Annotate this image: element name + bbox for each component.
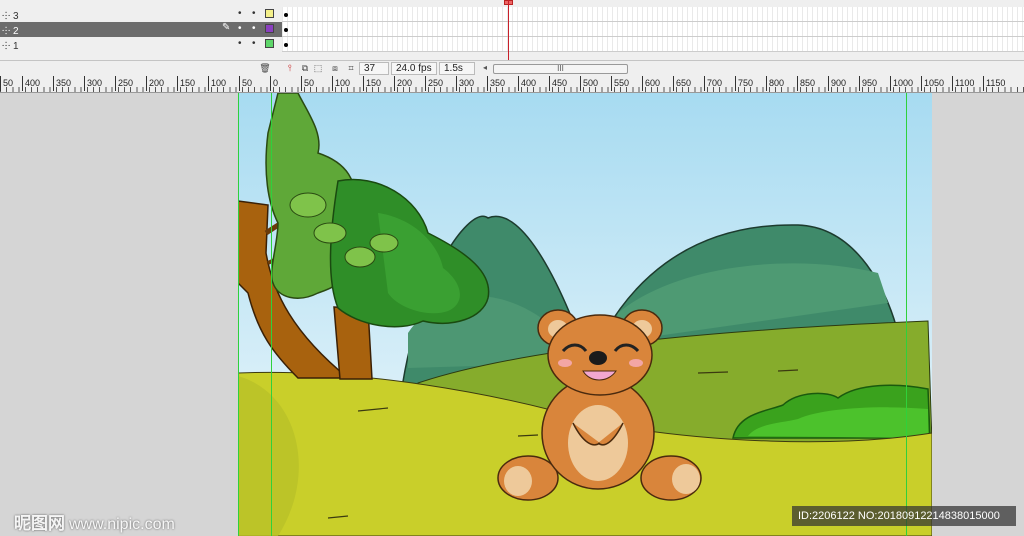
ruler-label: 1050: [920, 76, 945, 91]
ruler-label: 450: [548, 76, 568, 91]
ruler-label: 250: [114, 76, 134, 91]
layer-frames[interactable]: [282, 22, 1024, 37]
leaf-cluster: [313, 222, 347, 244]
ruler-label: 100: [331, 76, 351, 91]
ruler-label: 750: [734, 76, 754, 91]
scroll-left-icon[interactable]: ◂: [483, 63, 487, 72]
visibility-dot[interactable]: •: [238, 8, 242, 19]
ruler-label: 400: [21, 76, 41, 91]
flash-editor-window: ⸭ 3 • • ⸭ 2 ✎ • • ⸭ 1 • • 🗑 ⫯ ⧉ ⬚ ⧈ ⌗ 37…: [0, 0, 1024, 536]
ruler-label: 200: [393, 76, 413, 91]
ruler-label: 800: [765, 76, 785, 91]
frame-rate-field[interactable]: 24.0 fps: [391, 62, 437, 75]
edit-multiple-icon[interactable]: ⧈: [329, 63, 341, 74]
stage-canvas[interactable]: [238, 93, 932, 536]
keyframe[interactable]: [284, 28, 288, 32]
outline-color-swatch[interactable]: [265, 24, 274, 33]
pencil-icon: ✎: [222, 22, 231, 33]
horizontal-ruler: 50 400 350 300 250 200 150 100 50 0 50 1…: [0, 76, 1024, 93]
guide-line[interactable]: [906, 93, 907, 536]
watermark-logo-text: 昵图网: [14, 514, 65, 533]
ruler-label: 350: [52, 76, 72, 91]
ruler-label: 400: [517, 76, 537, 91]
layer-name: ⸭ 2: [2, 26, 19, 37]
layer-row-3[interactable]: ⸭ 3 • •: [0, 7, 1024, 22]
ruler-label: 250: [424, 76, 444, 91]
ruler-label: 200: [145, 76, 165, 91]
watermark-brand: 昵图网 www.nipic.com: [14, 509, 175, 534]
visibility-dot[interactable]: •: [238, 38, 242, 49]
onion-outline-icon[interactable]: ⬚: [312, 63, 324, 74]
ruler-label: 600: [641, 76, 661, 91]
onion-markers-icon[interactable]: ⌗: [345, 63, 357, 74]
leaf-cluster: [369, 233, 399, 253]
timeline-panel: ⸭ 3 • • ⸭ 2 ✎ • • ⸭ 1 • • 🗑 ⫯ ⧉ ⬚ ⧈ ⌗ 37…: [0, 0, 1024, 76]
current-frame-field[interactable]: 37: [359, 62, 389, 75]
ruler-label: 150: [176, 76, 196, 91]
ruler-label: 850: [796, 76, 816, 91]
timeline-status-bar: 🗑 ⫯ ⧉ ⬚ ⧈ ⌗ 37 24.0 fps 1.5s ◂ III: [0, 60, 1024, 76]
workspace[interactable]: [0, 93, 1024, 536]
lock-dot[interactable]: •: [252, 8, 256, 19]
elapsed-time-field: 1.5s: [439, 62, 475, 75]
layer-name: ⸭ 3: [2, 11, 19, 22]
leaf-cluster: [289, 192, 327, 218]
watermark-id: ID:2206122 NO:20180912214838015000: [792, 506, 1016, 526]
guide-line[interactable]: [271, 93, 272, 536]
ruler-label: 300: [83, 76, 103, 91]
ruler-label: 300: [455, 76, 475, 91]
ruler-label: 650: [672, 76, 692, 91]
trash-icon[interactable]: 🗑: [259, 63, 271, 74]
outline-color-swatch[interactable]: [265, 39, 274, 48]
ruler-label: 100: [207, 76, 227, 91]
ruler-label: 550: [610, 76, 630, 91]
ruler-label: 0: [269, 76, 279, 91]
ruler-label: 50: [238, 76, 253, 91]
ruler-label: 1000: [889, 76, 914, 91]
ruler-label: 1150: [982, 76, 1006, 91]
layer-row-1[interactable]: ⸭ 1 • •: [0, 37, 1024, 52]
lock-dot[interactable]: •: [252, 38, 256, 49]
timeline-scrollbar[interactable]: III: [493, 64, 628, 74]
ruler-label: 1100: [951, 76, 975, 91]
layer-frames[interactable]: [282, 7, 1024, 22]
keyframe[interactable]: [284, 13, 288, 17]
playhead-line: [508, 0, 509, 60]
cartoon-scene: [238, 93, 932, 536]
ruler-label: 50: [0, 76, 14, 91]
center-frame-icon[interactable]: ⫯: [284, 63, 296, 74]
visibility-dot[interactable]: •: [238, 23, 242, 34]
guide-line[interactable]: [238, 93, 239, 536]
onion-skin-icon[interactable]: ⧉: [299, 63, 311, 74]
ruler-label: 700: [703, 76, 723, 91]
layer-row-2[interactable]: ⸭ 2 ✎ • •: [0, 22, 1024, 37]
leaf-cluster: [344, 246, 376, 268]
watermark-site: www.nipic.com: [69, 516, 175, 533]
ruler-label: 50: [300, 76, 315, 91]
layer-frames[interactable]: [282, 37, 1024, 52]
ruler-label: 150: [362, 76, 382, 91]
lock-dot[interactable]: •: [252, 23, 256, 34]
ruler-label: 900: [827, 76, 847, 91]
ruler-label: 500: [579, 76, 599, 91]
keyframe[interactable]: [284, 43, 288, 47]
ruler-label: 950: [858, 76, 878, 91]
outline-color-swatch[interactable]: [265, 9, 274, 18]
layer-name: ⸭ 1: [2, 41, 19, 52]
ruler-label: 350: [486, 76, 506, 91]
